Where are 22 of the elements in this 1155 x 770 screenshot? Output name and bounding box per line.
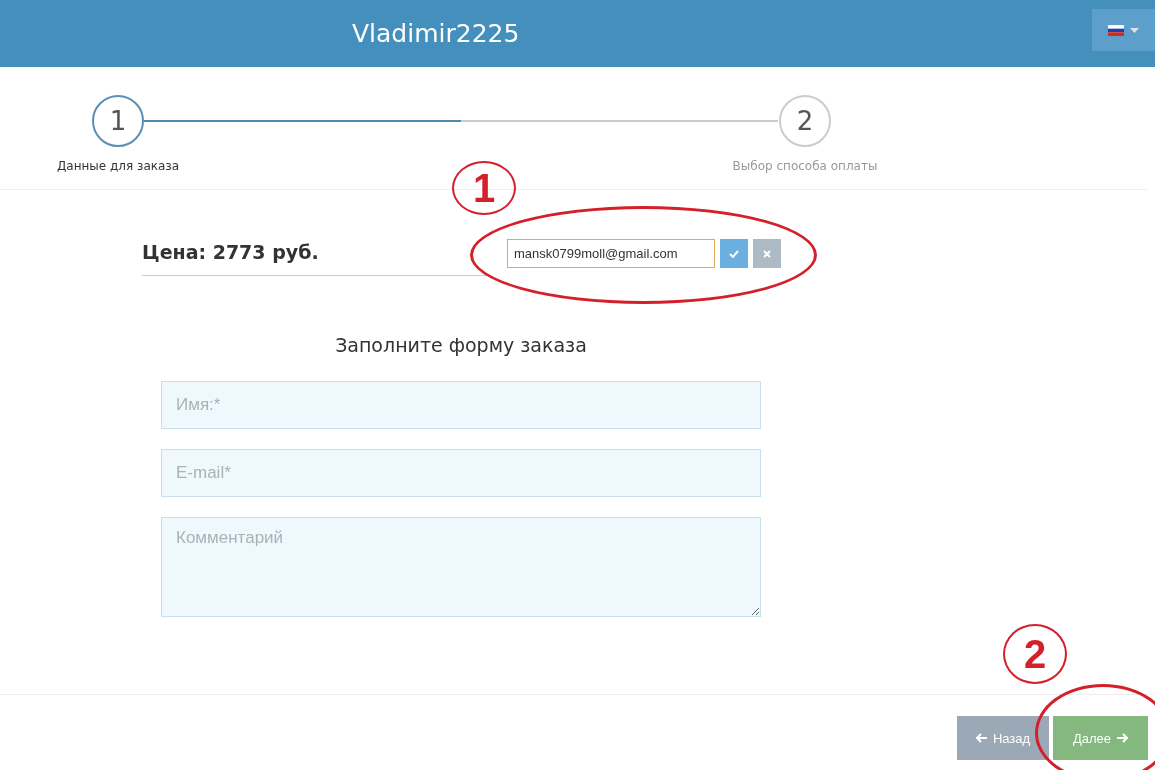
input-field[interactable]: E-mail* — [161, 449, 761, 497]
price-text: Цена: 2773 руб. — [142, 231, 490, 276]
arrow-right-icon — [1117, 733, 1129, 743]
arrow-left-icon — [975, 733, 987, 743]
step-label: Данные для заказа — [56, 159, 180, 173]
flag-icon — [1108, 24, 1124, 36]
comment-field[interactable]: Комментарий — [161, 517, 761, 617]
step-number[interactable]: 1 — [92, 95, 144, 147]
close-icon — [763, 249, 771, 258]
form-title: Заполните форму заказа — [334, 334, 588, 356]
annotation-number: 1 — [452, 161, 516, 215]
language-dropdown-button[interactable] — [1092, 9, 1155, 51]
email-input-field[interactable]: mansk0799moll@gmail.com — [507, 239, 715, 268]
check-icon — [729, 249, 739, 258]
step-label: Выбор способа оплаты — [732, 159, 878, 173]
caret-icon — [1130, 27, 1139, 33]
annotation-number: 2 — [1003, 624, 1067, 684]
input-field[interactable]: Имя:* — [161, 381, 761, 429]
cancel-button[interactable] — [753, 239, 781, 268]
site-title: Vladimir2225 — [352, 19, 520, 48]
confirm-button[interactable] — [720, 239, 748, 268]
step-number[interactable]: 2 — [779, 95, 831, 147]
